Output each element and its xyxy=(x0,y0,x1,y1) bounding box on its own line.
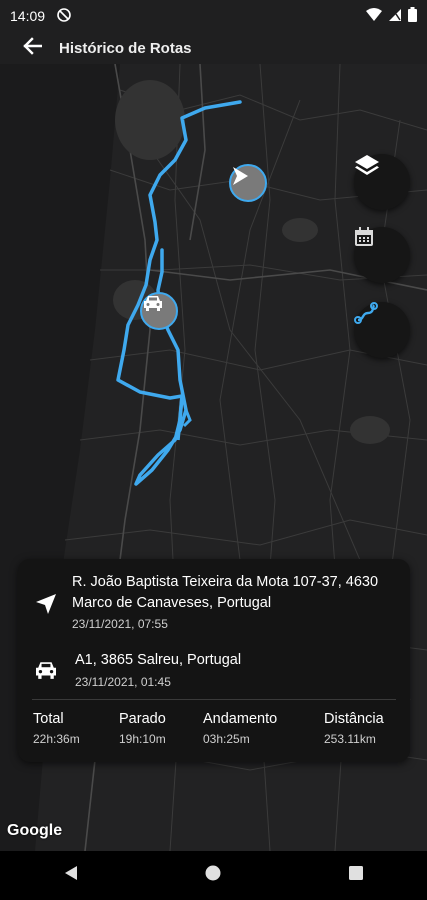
stat-parado: Parado 19h:10m xyxy=(119,711,166,746)
stat-distancia: Distância 253.11km xyxy=(324,711,384,746)
google-logo: Google xyxy=(7,822,63,839)
stat-label: Andamento xyxy=(203,711,278,727)
stat-value: 253.11km xyxy=(324,732,376,746)
route-end-marker[interactable] xyxy=(140,292,178,330)
date-filter-button[interactable] xyxy=(354,227,410,283)
end-address: A1, 3865 Salreu, Portugal xyxy=(75,652,242,668)
nav-back-button[interactable] xyxy=(41,856,101,896)
stat-value: 22h:36m xyxy=(33,732,80,746)
car-icon xyxy=(32,656,60,684)
do-not-disturb-icon xyxy=(57,7,71,25)
system-nav-bar xyxy=(0,851,427,900)
stat-value: 19h:10m xyxy=(119,732,166,746)
start-datetime: 23/11/2021, 07:55 xyxy=(72,617,168,631)
map-layers-button[interactable] xyxy=(354,154,410,210)
home-circle-icon xyxy=(205,865,221,886)
battery-icon xyxy=(408,7,417,25)
route-toggle-button[interactable] xyxy=(354,302,410,358)
nav-home-button[interactable] xyxy=(183,856,243,896)
stat-andamento: Andamento 03h:25m xyxy=(203,711,277,746)
arrow-back-icon xyxy=(22,36,43,60)
page-title: Histórico de Rotas xyxy=(59,39,192,57)
signal-icon xyxy=(388,8,402,25)
nav-recents-button[interactable] xyxy=(326,856,386,896)
app-bar: Histórico de Rotas xyxy=(0,32,427,64)
stat-label: Distância xyxy=(324,711,384,727)
route-summary-card: R. João Baptista Teixeira da Mota 107-37… xyxy=(18,559,410,762)
stat-value: 03h:25m xyxy=(203,732,250,746)
navigation-arrow-icon xyxy=(32,590,60,618)
status-bar: 14:09 xyxy=(0,0,427,32)
status-time: 14:09 xyxy=(10,8,46,24)
route-start-marker[interactable] xyxy=(229,164,267,202)
card-divider xyxy=(32,699,396,700)
recents-square-icon xyxy=(348,866,363,885)
stat-label: Parado xyxy=(119,711,166,727)
stat-label: Total xyxy=(33,711,64,727)
wifi-icon xyxy=(366,7,382,25)
end-datetime: 23/11/2021, 01:45 xyxy=(75,675,171,689)
stat-total: Total 22h:36m xyxy=(33,711,80,746)
back-triangle-icon xyxy=(64,865,78,886)
start-address: R. João Baptista Teixeira da Mota 107-37… xyxy=(72,574,379,611)
back-button[interactable] xyxy=(14,32,50,64)
